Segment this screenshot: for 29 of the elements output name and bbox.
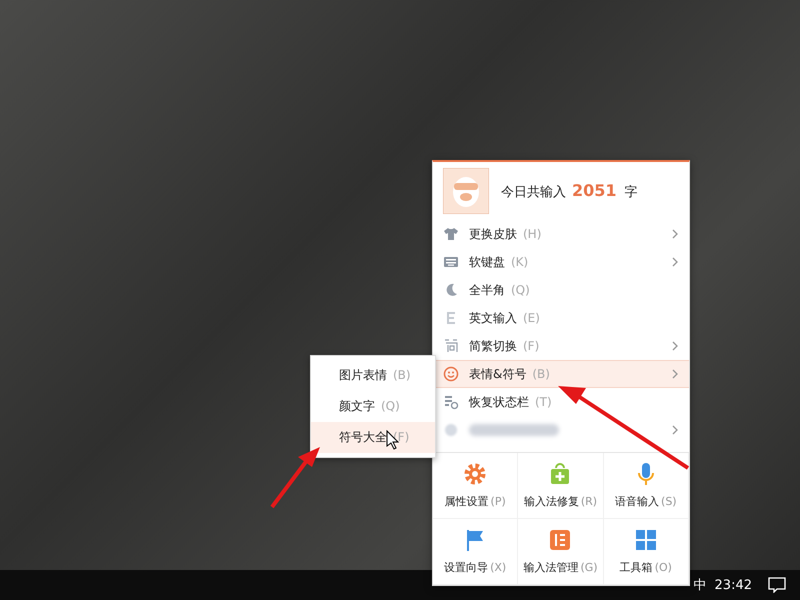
notification-icon[interactable] <box>768 577 786 593</box>
submenu-item[interactable]: 颜文字 (Q) <box>311 391 435 422</box>
tool-button[interactable]: 输入法修复 (R) <box>518 453 604 519</box>
status-bar-icon <box>443 394 459 410</box>
toolbox-icon <box>634 528 658 552</box>
menu-item[interactable]: 软键盘 (K) <box>433 248 689 276</box>
menu-item[interactable]: 表情&符号 (B) <box>433 360 689 388</box>
character-icon <box>443 338 459 354</box>
shirt-icon <box>443 226 459 242</box>
menu-item[interactable]: 恢复状态栏 (T) <box>433 388 689 416</box>
menu-item[interactable]: 全半角 (Q) <box>433 276 689 304</box>
tool-button[interactable]: 输入法管理 (G) <box>518 519 604 585</box>
tool-button[interactable]: 属性设置 (P) <box>433 453 518 519</box>
tool-button[interactable]: 语音输入 (S) <box>604 453 689 519</box>
input-method-indicator[interactable]: 中 <box>694 576 707 594</box>
list-icon <box>548 528 572 552</box>
input-count-text: 今日共输入 2051 字 <box>501 181 638 201</box>
menu-item[interactable]: 更换皮肤 (H) <box>433 220 689 248</box>
clock[interactable]: 23:42 <box>714 578 752 592</box>
keyboard-icon <box>443 254 459 270</box>
menu-item[interactable]: 英文输入 (E) <box>433 304 689 332</box>
tool-button[interactable]: 工具箱 (O) <box>604 519 689 585</box>
submenu-item[interactable]: 图片表情 (B) <box>311 360 435 391</box>
blurred-icon <box>443 422 459 438</box>
tool-button[interactable]: 设置向导 (X) <box>433 519 518 585</box>
menu-item[interactable]: 简繁切换 (F) <box>433 332 689 360</box>
smiley-icon <box>443 366 459 382</box>
gear-icon <box>463 462 488 486</box>
mascot-avatar <box>443 168 489 214</box>
